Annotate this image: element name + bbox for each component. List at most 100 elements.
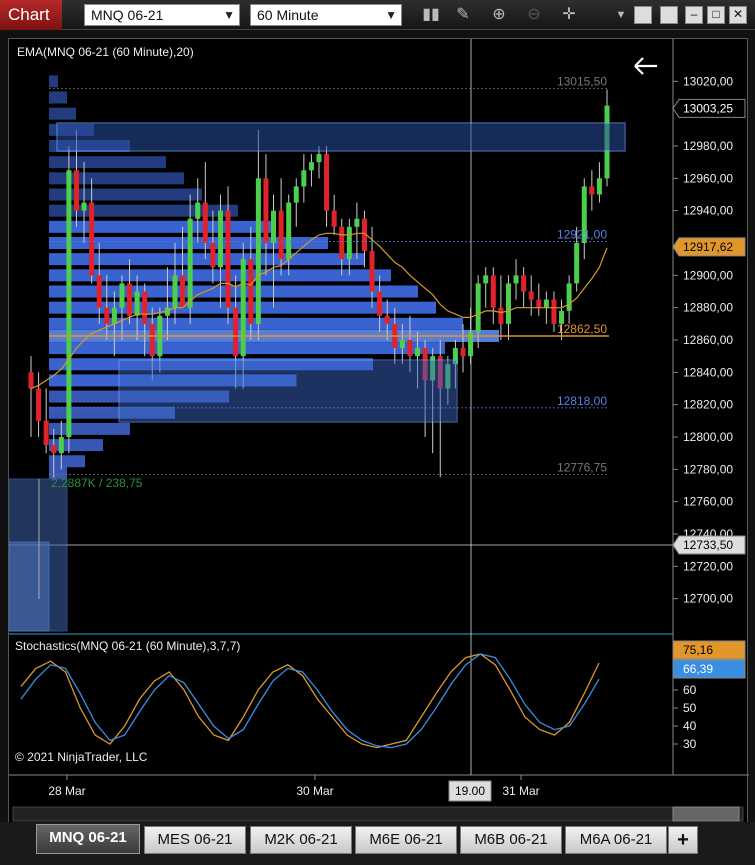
candle-body — [233, 307, 239, 357]
maximize-icon[interactable]: □ — [707, 6, 725, 24]
stoch-d-line — [20, 653, 600, 749]
candle-body — [73, 170, 79, 211]
chart-toolbar: Chart MNQ 06-21 ▼ 60 Minute ▼ ▮▮ ✎ ⊕ ⊖ ✛… — [0, 0, 755, 30]
stoch-d-flag-text: 75,16 — [683, 643, 713, 657]
volume-profile-bin — [49, 91, 67, 104]
interval-value: 60 Minute — [257, 7, 319, 23]
candle-body — [521, 275, 527, 292]
volume-profile-bin — [49, 253, 364, 266]
tab-m6a-06-21[interactable]: M6A 06-21 — [565, 826, 667, 854]
stoch-d-flag: 75,16 — [672, 640, 746, 660]
candle-body — [81, 202, 87, 211]
y-axis-tick-label: 12820,00 — [683, 398, 733, 412]
instrument-value: MNQ 06-21 — [91, 7, 164, 23]
profile-level-label: 13015,50 — [557, 75, 607, 89]
candle-body — [36, 388, 42, 421]
candle-body — [149, 323, 155, 357]
tab-mes-06-21[interactable]: MES 06-21 — [144, 826, 246, 854]
candle-body — [271, 210, 277, 243]
back-arrow-icon — [634, 57, 657, 75]
candle-body — [180, 275, 186, 308]
volume-profile-bin — [49, 285, 418, 298]
window-title[interactable]: Chart — [0, 0, 62, 30]
tab-m2k-06-21[interactable]: M2K 06-21 — [250, 826, 352, 854]
candle-body — [96, 275, 102, 308]
interval-selector[interactable]: 60 Minute ▼ — [250, 4, 402, 26]
restore-icon[interactable] — [660, 6, 678, 24]
zoom-in-icon[interactable]: ⊕ — [488, 4, 510, 26]
volume-profile-bin — [49, 220, 274, 233]
volume-profile-bin — [49, 107, 76, 120]
candle-body — [127, 283, 133, 316]
stoch-k-flag: 66,39 — [672, 659, 746, 679]
close-icon[interactable]: ✕ — [729, 6, 747, 24]
y-axis-tick-label: 12760,00 — [683, 495, 733, 509]
candle-body — [589, 186, 595, 195]
candle-body — [483, 275, 489, 284]
y-axis-tick-label: 12880,00 — [683, 301, 733, 315]
candle-body — [195, 202, 201, 219]
volume-profile-bin — [49, 439, 103, 452]
stoch-axis-tick-label: 50 — [683, 701, 697, 715]
profile-level-label: 12776,75 — [557, 461, 607, 475]
instrument-selector[interactable]: MNQ 06-21 ▼ — [84, 4, 240, 26]
candle-body — [377, 291, 383, 316]
volume-label: 2,2887K / 238,75 — [51, 476, 143, 490]
add-tab-button[interactable]: + — [668, 826, 698, 854]
value-area-high-box — [56, 122, 626, 152]
candle-body — [384, 315, 390, 324]
candle-body — [240, 259, 246, 357]
x-axis-tick-label: 31 Mar — [502, 784, 539, 798]
candle-body — [528, 291, 534, 300]
ema-price-flag-text: 12917,62 — [683, 240, 733, 254]
scrollbar-thumb — [672, 806, 740, 822]
y-axis-tick-label: 12860,00 — [683, 333, 733, 347]
crosshair-price-flag-text: 12733,50 — [683, 538, 733, 552]
draw-tool-icon[interactable]: ✎ — [452, 4, 474, 26]
profile-level-label: 12862,50 — [557, 322, 607, 336]
minimize-icon[interactable]: – — [685, 6, 703, 24]
restore-icon[interactable] — [634, 6, 652, 24]
value-area-low-box — [118, 359, 458, 423]
candle-body — [339, 226, 345, 260]
crosshair-icon[interactable]: ✛ — [558, 4, 580, 26]
tab-mnq-06-21[interactable]: MNQ 06-21 — [36, 824, 140, 854]
bar-style-icon[interactable]: ▮▮ — [420, 4, 442, 26]
zoom-out-icon[interactable]: ⊖ — [523, 4, 545, 26]
y-axis-tick-label: 13020,00 — [683, 74, 733, 88]
volume-profile-bin — [49, 156, 166, 169]
ema-indicator-label: EMA(MNQ 06-21 (60 Minute),20) — [17, 45, 194, 59]
menu-dropdown-icon[interactable]: ▼ — [610, 4, 632, 26]
candle-body — [331, 210, 337, 227]
tab-m6b-06-21[interactable]: M6B 06-21 — [460, 826, 562, 854]
candle-body — [475, 283, 481, 332]
candle-body — [119, 283, 125, 308]
candle-body — [543, 299, 549, 308]
chevron-down-icon: ▼ — [385, 8, 397, 22]
candle-body — [346, 226, 352, 260]
y-axis-tick-label: 12720,00 — [683, 559, 733, 573]
candle-body — [293, 186, 299, 203]
volume-profile-bin — [49, 342, 445, 355]
crosshair-time-flag: 19.00 — [448, 780, 492, 802]
candle-body — [498, 307, 504, 324]
candle-body — [217, 210, 223, 268]
y-axis-tick-label: 12780,00 — [683, 462, 733, 476]
last-price-flag: 13003,25 — [672, 98, 746, 118]
chart-canvas[interactable]: 13015,50 12921,00 12862,50 12818,00 12776,75… — [9, 39, 749, 827]
candle-body — [324, 154, 330, 211]
candle-body — [505, 283, 511, 324]
y-axis-tick-label: 12840,00 — [683, 365, 733, 379]
tab-m6e-06-21[interactable]: M6E 06-21 — [355, 826, 457, 854]
instrument-tab-bar: MNQ 06-21 MES 06-21 M2K 06-21 M6E 06-21 M6B … — [0, 822, 755, 865]
last-price-flag-text: 13003,25 — [683, 101, 733, 115]
y-axis-tick-label: 12700,00 — [683, 592, 733, 606]
candle-body — [460, 348, 466, 357]
candle-body — [551, 299, 557, 324]
chart-panel[interactable]: 13015,50 12921,00 12862,50 12818,00 12776,75… — [8, 38, 749, 827]
profile-level-label: 12921,00 — [557, 227, 607, 241]
volume-profile-bin — [49, 75, 58, 88]
candle-body — [354, 218, 360, 227]
stoch-axis-tick-label: 40 — [683, 719, 697, 733]
candle-body — [66, 170, 72, 437]
